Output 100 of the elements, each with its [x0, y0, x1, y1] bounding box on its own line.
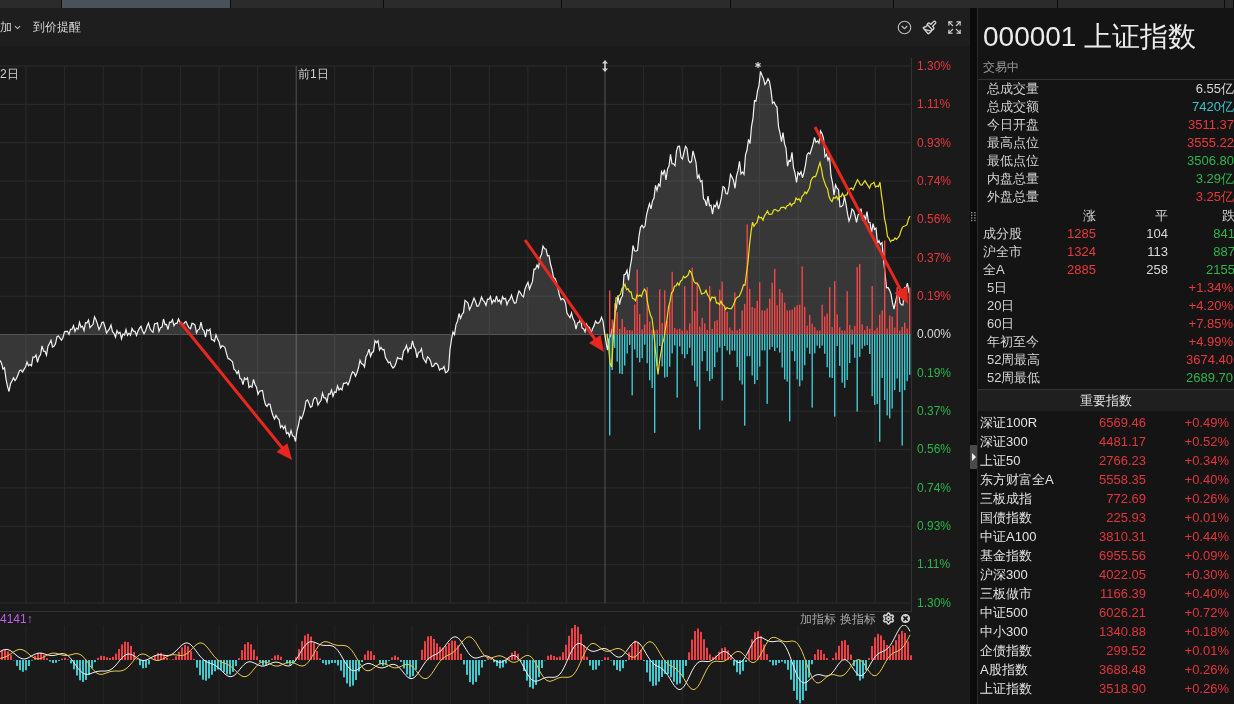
stat-label: 总成交量 — [987, 80, 1039, 98]
index-change: +0.09% — [1183, 547, 1229, 565]
index-name[interactable]: 中证A100 — [978, 527, 1078, 546]
column-header: 涨 — [1082, 207, 1096, 225]
overlay-dropdown[interactable]: 加 — [0, 17, 24, 37]
index-change: +0.40% — [1183, 471, 1229, 489]
stat-value: 3.25亿 — [1195, 188, 1234, 206]
axis-label: 0.56% — [917, 211, 953, 228]
index-price: 3810.31 — [1098, 528, 1146, 546]
indicator-reading: 4141↑ — [0, 611, 33, 626]
index-price: 772.69 — [1105, 490, 1146, 508]
price-alert-button[interactable]: 到价提醒 — [33, 17, 81, 37]
index-change: +0.72% — [1183, 604, 1229, 622]
stat-label: 总成交额 — [987, 98, 1039, 116]
period-label: 20日 — [987, 297, 1015, 315]
tab[interactable] — [62, 0, 231, 8]
index-name[interactable]: 深证100R — [978, 413, 1078, 432]
index-name[interactable]: 国债指数 — [978, 508, 1078, 527]
breadth-label: 全A — [982, 261, 1006, 279]
grip-icon[interactable] — [971, 212, 976, 222]
expand-icon[interactable] — [947, 19, 962, 35]
axis-label: 0.74% — [917, 479, 953, 496]
declining-count: 887 — [1212, 243, 1234, 261]
tab[interactable] — [1058, 0, 1225, 8]
index-price: 4022.05 — [1098, 566, 1146, 584]
axis-label: 1.11% — [917, 96, 952, 113]
advancing-count: 2885 — [1066, 261, 1096, 279]
index-price: 225.93 — [1105, 509, 1146, 527]
tab[interactable] — [562, 0, 731, 8]
index-name[interactable]: 基金指数 — [978, 546, 1078, 565]
close-icon[interactable] — [899, 612, 912, 625]
index-name[interactable]: 中小300 — [978, 622, 1078, 641]
index-price: 6955.56 — [1098, 547, 1146, 565]
tab[interactable] — [1225, 0, 1234, 8]
period-value: +1.34% — [1188, 279, 1233, 297]
axis-label: 0.37% — [917, 249, 953, 266]
index-name[interactable]: 上证指数 — [978, 679, 1078, 698]
settings-icon[interactable] — [882, 612, 895, 625]
axis-label: 0.56% — [917, 441, 953, 458]
tab[interactable] — [231, 0, 384, 8]
index-name[interactable]: 三板做市 — [978, 584, 1078, 603]
axis-label: 0.19% — [917, 364, 953, 381]
breadth-label: 成分股 — [982, 225, 1023, 243]
trading-status: 交易中 — [983, 59, 1020, 75]
period-value: 2689.70 — [1186, 369, 1233, 387]
index-name[interactable]: 东方财富全A — [978, 470, 1078, 489]
index-change: +0.49% — [1183, 414, 1229, 432]
axis-label: 0.00% — [917, 326, 953, 343]
declining-count: 2155 — [1205, 261, 1234, 279]
index-name[interactable]: 深证300 — [978, 432, 1078, 451]
period-label: 60日 — [987, 315, 1015, 333]
axis-label: 0.74% — [917, 173, 953, 190]
stat-value: 3555.22 — [1187, 134, 1234, 152]
index-price: 4481.17 — [1098, 433, 1146, 451]
period-value: +4.20% — [1188, 297, 1233, 315]
period-label: 52周最低 — [987, 369, 1041, 387]
period-value: +7.85% — [1188, 315, 1233, 333]
stat-label: 最高点位 — [987, 134, 1039, 152]
index-name[interactable]: 中证500 — [978, 603, 1078, 622]
day-label: 前1日 — [298, 66, 329, 82]
period-label: 52周最高 — [987, 351, 1041, 369]
period-value: 3674.40 — [1186, 351, 1233, 369]
tab[interactable] — [384, 0, 562, 8]
indicator-button[interactable]: 换指标 — [840, 611, 876, 626]
circle-chevron-down-icon[interactable] — [897, 19, 912, 35]
section-header: 重要指数 — [978, 389, 1234, 411]
stat-label: 最低点位 — [987, 152, 1039, 170]
declining-count: 841 — [1212, 225, 1234, 243]
tab[interactable] — [731, 0, 894, 8]
stat-value: 3511.37 — [1187, 116, 1234, 134]
day-label: 2日 — [0, 66, 19, 82]
unchanged-count: 258 — [1145, 261, 1168, 279]
index-price: 1340.88 — [1098, 623, 1146, 641]
up-down-marker-icon — [602, 60, 608, 72]
period-value: +4.99% — [1188, 333, 1233, 351]
index-price: 299.52 — [1105, 642, 1146, 660]
index-change: +0.34% — [1183, 452, 1229, 470]
index-name[interactable]: 三板成指 — [978, 489, 1078, 508]
axis-label: 0.93% — [917, 518, 953, 535]
stat-value: 7420亿 — [1192, 98, 1234, 116]
collapse-handle-icon[interactable] — [970, 445, 977, 469]
index-change: +0.01% — [1183, 642, 1229, 660]
indicator-button[interactable]: 加指标 — [800, 611, 836, 626]
index-name[interactable]: A股指数 — [978, 660, 1078, 679]
axis-label: 1.30% — [917, 594, 953, 611]
axis-label: 0.19% — [917, 288, 953, 305]
breadth-label: 沪全市 — [982, 243, 1023, 261]
index-price: 3688.48 — [1098, 661, 1146, 679]
tab[interactable] — [0, 0, 62, 8]
index-name[interactable]: 企债指数 — [978, 641, 1078, 660]
index-change: +0.30% — [1183, 566, 1229, 584]
index-change: +0.40% — [1183, 585, 1229, 603]
stat-value: 3506.80 — [1187, 152, 1234, 170]
stat-label: 今日开盘 — [987, 116, 1039, 134]
brush-icon[interactable] — [922, 19, 937, 35]
tab[interactable] — [894, 0, 1058, 8]
index-name[interactable]: 上证50 — [978, 451, 1078, 470]
index-name[interactable]: 沪深300 — [978, 565, 1078, 584]
index-change: +0.52% — [1183, 433, 1229, 451]
index-change: +0.26% — [1183, 490, 1229, 508]
